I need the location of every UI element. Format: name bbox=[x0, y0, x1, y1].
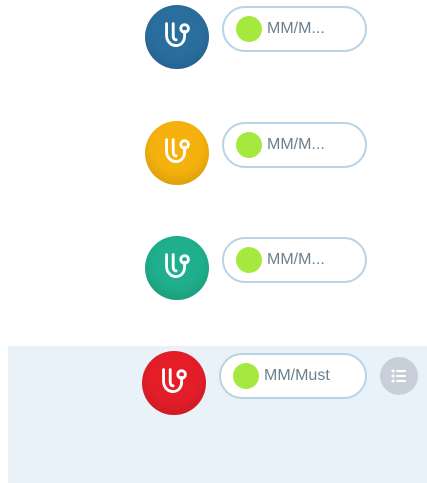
doctor-name-label: MM/M... bbox=[267, 20, 325, 37]
doctor-avatar-4[interactable] bbox=[142, 351, 206, 415]
stethoscope-icon bbox=[165, 138, 190, 163]
status-dot bbox=[236, 247, 262, 273]
doctor-avatar-3[interactable] bbox=[145, 236, 209, 300]
list-menu-button[interactable] bbox=[380, 357, 418, 395]
doctor-name-label: MM/M... bbox=[267, 136, 325, 153]
doctor-name-label: MM/Must bbox=[264, 367, 330, 384]
doctor-avatar-2[interactable] bbox=[145, 121, 209, 185]
list-icon bbox=[391, 369, 406, 383]
status-dot bbox=[233, 363, 259, 389]
status-pill-3[interactable]: MM/M... bbox=[222, 237, 367, 283]
stethoscope-icon bbox=[165, 253, 190, 278]
stethoscope-icon bbox=[162, 368, 187, 393]
doctor-list: MM/M... MM/M... MM/M... MM/Must bbox=[0, 0, 427, 483]
stethoscope-icon bbox=[165, 22, 190, 47]
status-dot bbox=[236, 16, 262, 42]
status-pill-2[interactable]: MM/M... bbox=[222, 122, 367, 168]
doctor-avatar-1[interactable] bbox=[145, 5, 209, 69]
status-dot bbox=[236, 132, 262, 158]
status-pill-1[interactable]: MM/M... bbox=[222, 6, 367, 52]
doctor-name-label: MM/M... bbox=[267, 251, 325, 268]
status-pill-4[interactable]: MM/Must bbox=[219, 353, 367, 399]
